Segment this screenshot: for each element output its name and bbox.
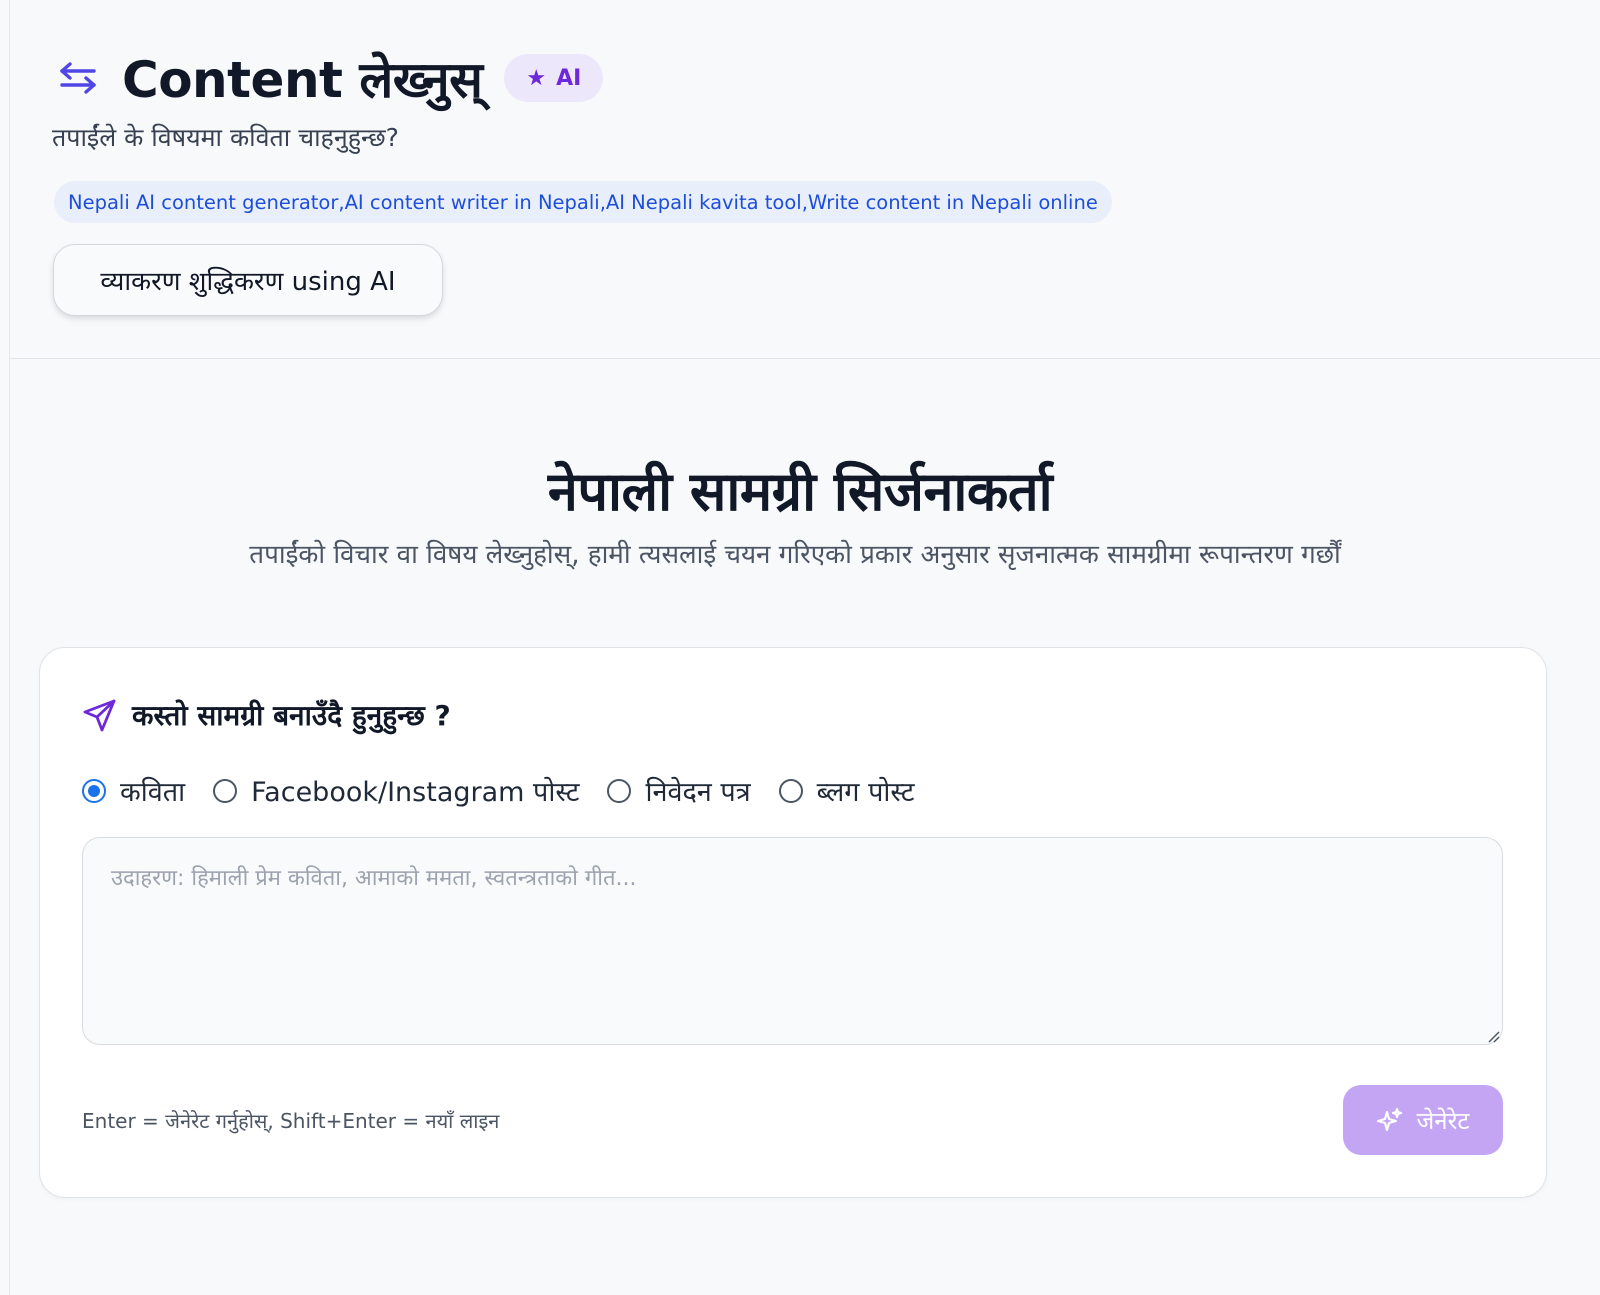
sparkles-icon — [1377, 1107, 1403, 1132]
radio-label: कविता — [120, 777, 186, 808]
form-question-row: कस्तो सामग्री बनाउँदै हुनुहुन्छ ? — [82, 696, 451, 734]
generate-button[interactable]: जेनेरेट — [1343, 1085, 1503, 1155]
page-subtitle: तपाईंले के विषयमा कविता चाहनुहुन्छ? — [52, 123, 399, 152]
main-heading: नेपाली सामग्री सिर्जनाकर्ता — [547, 460, 1053, 524]
ai-badge-label: AI — [556, 65, 582, 91]
main-description: तपाईंको विचार वा विषय लेख्नुहोस्, हामी त… — [249, 540, 1341, 570]
page-title: Content लेख्नुस् — [122, 51, 483, 109]
resize-handle-icon[interactable] — [1486, 1029, 1500, 1043]
content-form-card: कस्तो सामग्री बनाउँदै हुनुहुन्छ ? कविता … — [39, 647, 1547, 1198]
radio-option-social-post[interactable]: Facebook/Instagram पोस्ट — [213, 772, 579, 809]
content-type-radio-group: कविता Facebook/Instagram पोस्ट निवेदन पत… — [82, 772, 943, 809]
radio-label: निवेदन पत्र — [645, 777, 751, 808]
ai-badge: ★ AI — [504, 54, 604, 102]
radio-button-kavita[interactable] — [82, 778, 106, 803]
form-question: कस्तो सामग्री बनाउँदै हुनुहुन्छ ? — [132, 699, 451, 732]
topic-input[interactable] — [82, 837, 1503, 1045]
title-row: Content लेख्नुस् ★ AI — [56, 44, 604, 112]
radio-button-social-post[interactable] — [213, 778, 238, 803]
grammar-correction-button[interactable]: व्याकरण शुद्धिकरण using AI — [53, 244, 443, 316]
send-icon — [83, 699, 116, 732]
radio-option-kavita[interactable]: कविता — [82, 772, 185, 809]
radio-label: ब्लग पोस्ट — [816, 777, 915, 808]
radio-option-blog-post[interactable]: ब्लग पोस्ट — [778, 772, 915, 809]
star-icon: ★ — [526, 65, 547, 91]
radio-button-application-letter[interactable] — [607, 778, 632, 803]
radio-option-application-letter[interactable]: निवेदन पत्र — [607, 772, 751, 809]
page-header: Content लेख्नुस् ★ AI तपाईंले के विषयमा … — [10, 0, 1600, 359]
generate-button-label: जेनेरेट — [1416, 1107, 1470, 1135]
keywords-tag: Nepali AI content generator,AI content w… — [54, 181, 1112, 223]
radio-button-blog-post[interactable] — [778, 778, 803, 803]
keyboard-hint: Enter = जेनेरेट गर्नुहोस्, Shift+Enter =… — [82, 1109, 500, 1133]
swap-arrows-icon[interactable] — [56, 56, 100, 100]
radio-label: Facebook/Instagram पोस्ट — [251, 777, 580, 808]
